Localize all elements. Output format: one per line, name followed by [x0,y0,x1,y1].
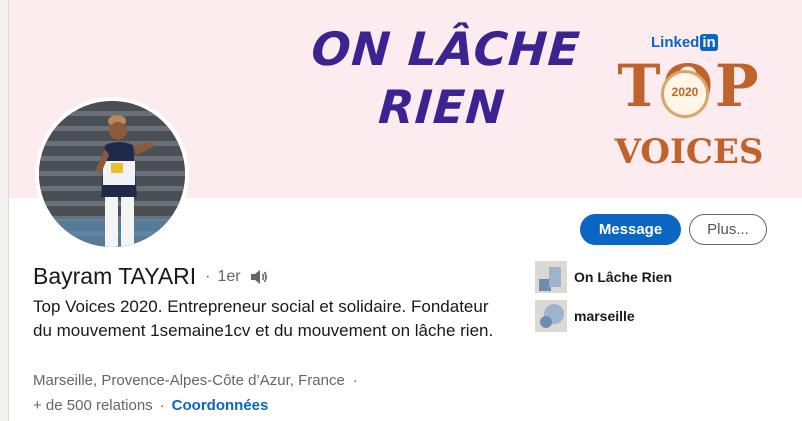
linkedin-in-icon: in [700,34,718,51]
profile-headline: Top Voices 2020. Entrepreneur social et … [33,297,494,340]
school-logo-icon [535,300,567,332]
banner-slogan-line1: ON LÂCHE [309,22,583,76]
more-actions-button[interactable]: Plus... [689,214,767,245]
profile-name: Bayram TAYARI [33,263,197,289]
badge-year: 2020 [671,85,699,99]
profile-card: ON LÂCHE RIEN Linkedin TOP 2020 VOICES [8,0,802,421]
contact-info-link[interactable]: Coordonnées [172,397,269,414]
current-company-name: On Lâche Rien [574,269,673,285]
relations-row: + de 500 relations · Coordonnées [33,397,268,414]
linkedin-logo-text: Linked [651,34,700,51]
location-row: Marseille, Provence-Alpes-Côte d’Azur, F… [33,372,358,389]
medal-icon: 2020 [661,70,709,118]
top-voices-badge: Linkedin TOP 2020 VOICES [609,28,769,178]
profile-location: Marseille, Provence-Alpes-Côte d’Azur, F… [33,372,345,389]
relations-count: + de 500 relations [33,397,153,414]
location-separator: · [352,372,358,389]
banner-slogan: ON LÂCHE RIEN [275,20,613,136]
speaker-icon[interactable] [249,268,269,286]
current-company-item[interactable]: On Lâche Rien [535,261,672,293]
avatar-photo [39,101,185,247]
company-logo-icon [535,261,567,293]
degree-separator: · [205,267,211,285]
badge-voices-text: VOICES [614,132,764,172]
profile-avatar[interactable] [35,97,189,251]
education-item[interactable]: marseille [535,300,635,332]
banner-slogan-line2: RIEN [376,80,508,134]
connection-degree: 1er [217,267,241,285]
linkedin-logo: Linked in [651,34,718,51]
education-name: marseille [574,308,635,324]
profile-name-row: Bayram TAYARI · 1er [33,263,269,290]
message-button[interactable]: Message [580,214,681,245]
relations-separator: · [159,397,165,414]
